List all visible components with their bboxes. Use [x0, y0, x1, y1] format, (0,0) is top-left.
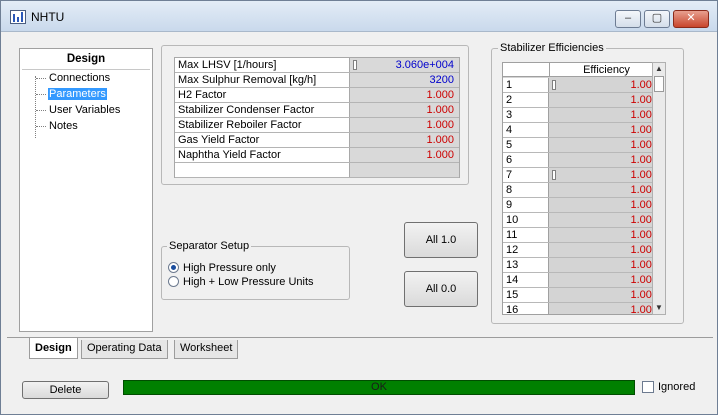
title-bar[interactable]: NHTU – ▢ ✕: [1, 1, 717, 32]
table-row[interactable]: 8 1.000: [503, 183, 663, 198]
table-row[interactable]: 10 1.000: [503, 213, 663, 228]
separator-setup-group: Separator Setup High Pressure only High …: [161, 240, 350, 300]
table-row[interactable]: 4 1.000: [503, 123, 663, 138]
nav-item-user-variables[interactable]: User Variables: [36, 103, 123, 117]
minimize-button[interactable]: –: [615, 10, 641, 28]
radio-button[interactable]: [168, 262, 179, 273]
ignored-label: Ignored: [658, 381, 696, 393]
all-one-button[interactable]: All 1.0: [404, 222, 478, 258]
maximize-button[interactable]: ▢: [644, 10, 670, 28]
table-row[interactable]: 14 1.000: [503, 273, 663, 288]
radio-button[interactable]: [168, 276, 179, 287]
stabilizer-condenser-factor-value[interactable]: 1.000: [351, 103, 459, 117]
stabilizer-reboiler-factor-value[interactable]: 1.000: [351, 118, 459, 132]
nav-item-notes[interactable]: Notes: [36, 119, 81, 133]
window-title: NHTU: [31, 10, 65, 24]
table-row[interactable]: 15 1.000: [503, 288, 663, 303]
table-row[interactable]: H2 Factor 1.000: [175, 88, 459, 103]
efficiencies-table: Efficiency 1 1.000 2 1.000 3 1.000 4 1.000 5…: [502, 62, 664, 315]
radio-high-pressure-only[interactable]: High Pressure only: [168, 261, 276, 275]
h2-factor-value[interactable]: 1.000: [351, 88, 459, 102]
stabilizer-efficiencies-legend: Stabilizer Efficiencies: [498, 42, 606, 54]
table-row[interactable]: 12 1.000: [503, 243, 663, 258]
status-bar: OK: [123, 380, 635, 395]
efficiency-column-header: Efficiency: [549, 63, 663, 77]
table-row[interactable]: 2 1.000: [503, 93, 663, 108]
table-row[interactable]: Naphtha Yield Factor 1.000: [175, 148, 459, 163]
close-button[interactable]: ✕: [673, 10, 709, 28]
table-row[interactable]: Stabilizer Condenser Factor 1.000: [175, 103, 459, 118]
ignored-checkbox[interactable]: [642, 381, 654, 393]
table-row[interactable]: 7 1.000: [503, 168, 663, 183]
separator-setup-legend: Separator Setup: [167, 240, 252, 252]
efficiencies-header: Efficiency: [503, 63, 663, 77]
radio-high-low-pressure[interactable]: High + Low Pressure Units: [168, 275, 314, 289]
scroll-down-arrow-icon[interactable]: ▼: [653, 302, 665, 314]
table-row[interactable]: 16 1.000: [503, 303, 663, 314]
table-row[interactable]: 13 1.000: [503, 258, 663, 273]
design-nav-panel: Design Connections Parameters User Varia…: [19, 48, 153, 332]
nav-title: Design: [66, 53, 106, 65]
cell-cursor: [552, 170, 556, 180]
client-area: Design Connections Parameters User Varia…: [7, 34, 713, 410]
nav-item-connections[interactable]: Connections: [36, 71, 113, 85]
tab-operating-data[interactable]: Operating Data: [81, 340, 168, 359]
table-row[interactable]: Max LHSV [1/hours] 3.060e+004: [175, 58, 459, 73]
table-row[interactable]: [175, 163, 459, 178]
table-row[interactable]: 3 1.000: [503, 108, 663, 123]
app-icon: [10, 10, 26, 24]
max-lhsv-value[interactable]: 3.060e+004: [351, 58, 459, 72]
table-row[interactable]: 1 1.000: [503, 78, 663, 93]
naphtha-yield-factor-value[interactable]: 1.000: [351, 148, 459, 162]
nav-divider: [22, 69, 150, 70]
table-row[interactable]: Max Sulphur Removal [kg/h] 3200: [175, 73, 459, 88]
efficiencies-scrollbar[interactable]: ▲ ▼: [652, 62, 666, 315]
max-sulphur-removal-value[interactable]: 3200: [351, 73, 459, 87]
scroll-up-arrow-icon[interactable]: ▲: [653, 63, 665, 75]
table-row[interactable]: 9 1.000: [503, 198, 663, 213]
parameters-panel: Max LHSV [1/hours] 3.060e+004 Max Sulphu…: [161, 45, 469, 185]
table-row[interactable]: Gas Yield Factor 1.000: [175, 133, 459, 148]
nav-item-parameters[interactable]: Parameters: [36, 87, 109, 101]
table-row[interactable]: Stabilizer Reboiler Factor 1.000: [175, 118, 459, 133]
cell-cursor: [552, 80, 556, 90]
table-row[interactable]: 11 1.000: [503, 228, 663, 243]
tab-design[interactable]: Design: [29, 338, 78, 359]
scroll-thumb[interactable]: [654, 76, 664, 92]
all-zero-button[interactable]: All 0.0: [404, 271, 478, 307]
stabilizer-efficiencies-group: Stabilizer Efficiencies Efficiency 1 1.00…: [491, 42, 684, 324]
tab-strip-divider: [7, 337, 713, 338]
parameters-table: Max LHSV [1/hours] 3.060e+004 Max Sulphu…: [174, 57, 460, 178]
table-row[interactable]: 6 1.000: [503, 153, 663, 168]
gas-yield-factor-value[interactable]: 1.000: [351, 133, 459, 147]
delete-button[interactable]: Delete: [22, 381, 109, 399]
tab-worksheet[interactable]: Worksheet: [174, 340, 239, 359]
nhtu-window: NHTU – ▢ ✕ Design Connections Parameters…: [0, 0, 718, 415]
table-row[interactable]: 5 1.000: [503, 138, 663, 153]
cell-cursor: [353, 60, 357, 70]
